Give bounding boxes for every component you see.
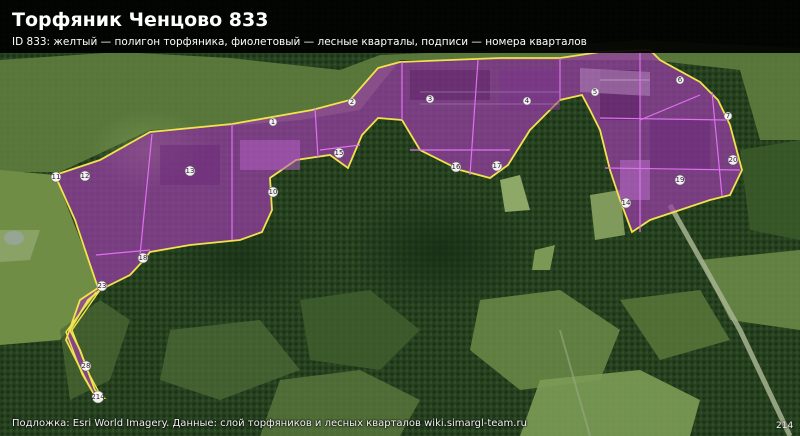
svg-text:19: 19 (676, 176, 685, 184)
svg-text:6: 6 (678, 76, 683, 84)
quarter-label[interactable]: 6 (675, 75, 685, 85)
map-view[interactable]: 1 2 3 4 5 6 7 10 11 12 13 14 15 16 17 18… (0, 0, 800, 436)
quarter-label[interactable]: 5 (590, 87, 600, 97)
svg-text:4: 4 (525, 97, 530, 105)
quarter-label[interactable]: 7 (723, 111, 733, 121)
svg-text:13: 13 (186, 167, 195, 175)
quarter-label[interactable]: 19 (674, 174, 686, 186)
svg-text:10: 10 (269, 188, 278, 196)
svg-text:5: 5 (593, 88, 597, 96)
svg-text:28: 28 (82, 362, 91, 370)
quarter-label[interactable]: 10 (267, 186, 279, 198)
quarter-label[interactable]: 23 (96, 280, 108, 292)
svg-text:18: 18 (139, 254, 148, 262)
quarter-label[interactable]: 3 (425, 94, 435, 104)
svg-text:14: 14 (622, 199, 631, 207)
svg-text:2: 2 (350, 98, 354, 106)
svg-text:23: 23 (98, 282, 107, 290)
svg-text:11: 11 (52, 173, 61, 181)
quarter-label[interactable]: 18 (137, 252, 149, 264)
svg-text:12: 12 (81, 172, 90, 180)
svg-text:15: 15 (335, 149, 344, 157)
svg-text:1: 1 (271, 118, 275, 126)
quarter-label[interactable]: 28 (80, 360, 92, 372)
svg-text:17: 17 (493, 162, 502, 170)
map-attribution: Подложка: Esri World Imagery. Данные: сл… (12, 418, 527, 429)
map-header: Торфяник Ченцово 833 ID 833: желтый — по… (0, 0, 800, 53)
quarter-label[interactable]: 12 (79, 170, 91, 182)
quarter-label[interactable]: 20 (727, 154, 739, 166)
svg-text:214: 214 (91, 393, 105, 401)
quarter-label[interactable]: 16 (450, 161, 462, 173)
quarter-label[interactable]: 15 (333, 147, 345, 159)
quarter-label[interactable]: 14 (620, 197, 632, 209)
map-legend-note: ID 833: желтый — полигон торфяника, фиол… (12, 36, 587, 48)
svg-text:3: 3 (428, 95, 432, 103)
svg-text:20: 20 (729, 156, 738, 164)
quarter-label[interactable]: 11 (50, 171, 62, 183)
corner-quarter-label: 214 (776, 421, 794, 431)
map-title: Торфяник Ченцово 833 (12, 9, 269, 31)
svg-text:7: 7 (726, 112, 730, 120)
svg-text:16: 16 (452, 163, 461, 171)
quarter-label[interactable]: 4 (522, 96, 532, 106)
map-canvas[interactable]: 1 2 3 4 5 6 7 10 11 12 13 14 15 16 17 18… (0, 0, 800, 436)
quarter-label[interactable]: 1 (268, 117, 278, 127)
quarter-label[interactable]: 2 (347, 97, 357, 107)
quarter-label[interactable]: 17 (491, 160, 503, 172)
quarter-label[interactable]: 13 (184, 165, 196, 177)
